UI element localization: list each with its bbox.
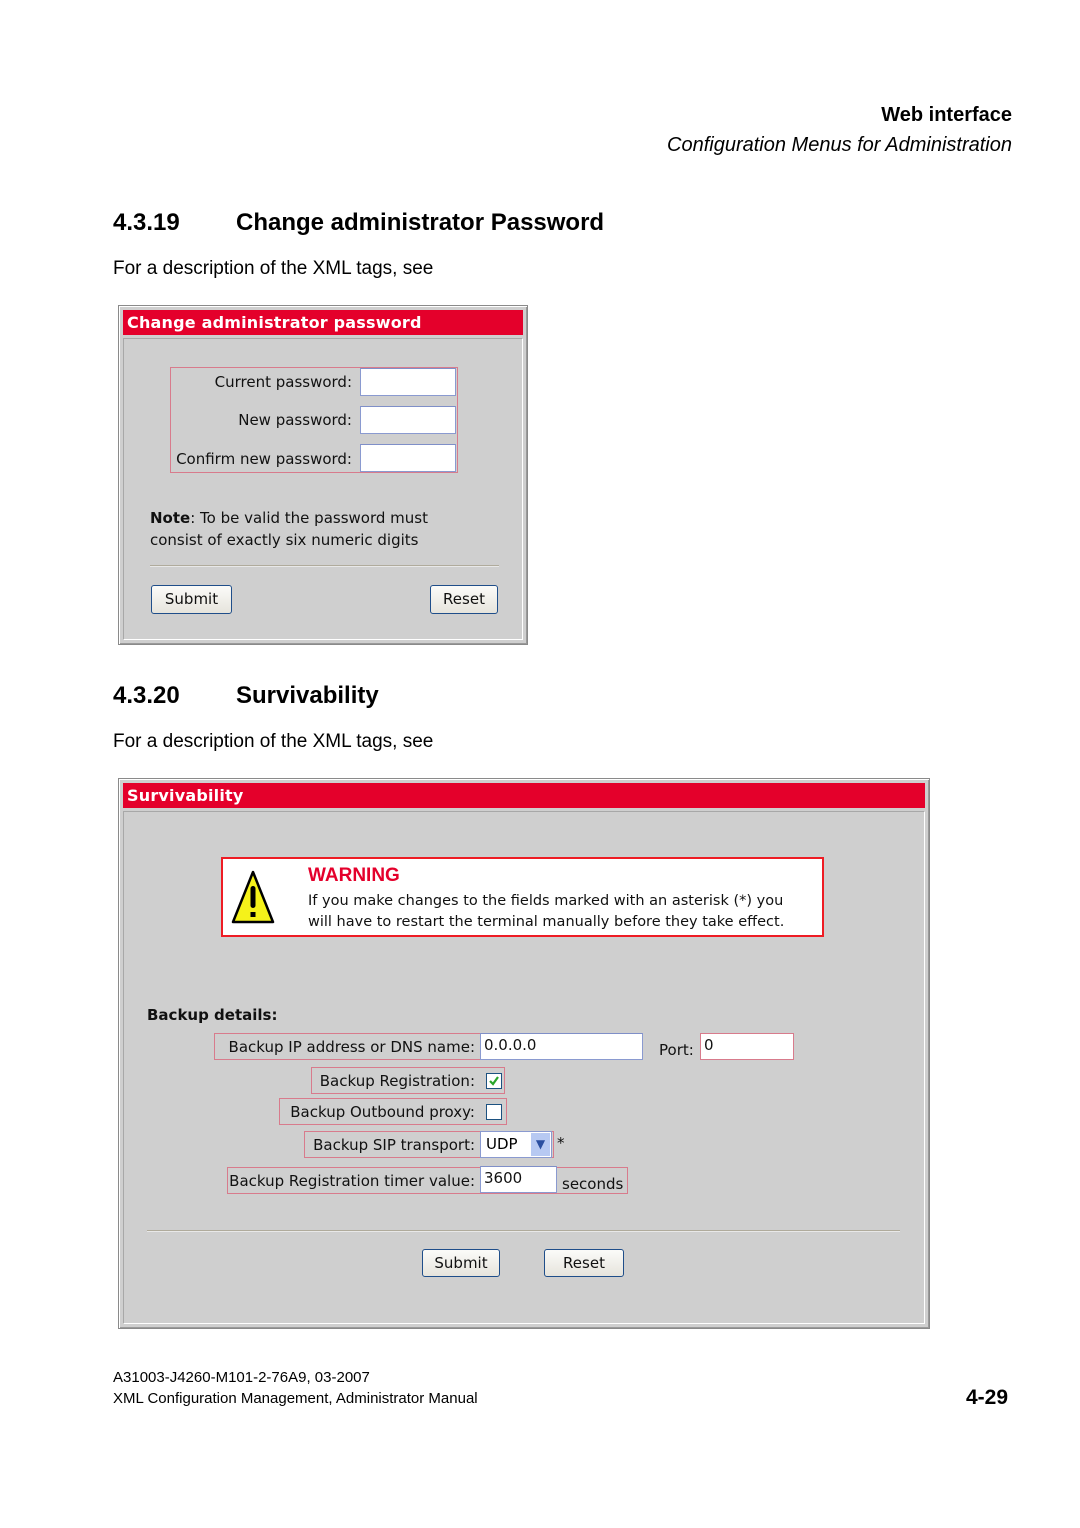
password-panel: Change administrator password Current pa… [118, 305, 528, 645]
warning-title: WARNING [308, 865, 400, 886]
warning-triangle-icon [231, 870, 275, 924]
backup-registration-timer-label: Backup Registration timer value: [229, 1172, 475, 1190]
section-intro: For a description of the XML tags, see [113, 731, 434, 752]
section-title: Change administrator Password [236, 209, 605, 236]
backup-registration-checkbox[interactable] [486, 1073, 502, 1089]
backup-ip-label: Backup IP address or DNS name: [228, 1038, 475, 1056]
backup-outbound-proxy-label: Backup Outbound proxy: [290, 1103, 475, 1121]
selected-value: UDP [486, 1135, 518, 1153]
section-title: Survivability [236, 682, 379, 709]
new-password-input[interactable] [360, 406, 456, 434]
divider [147, 1230, 900, 1232]
submit-button[interactable]: Submit [151, 585, 232, 614]
divider [150, 565, 499, 567]
backup-sip-transport-label: Backup SIP transport: [313, 1136, 475, 1154]
survivability-submit-button[interactable]: Submit [422, 1249, 500, 1277]
warning-text: If you make changes to the fields marked… [308, 891, 784, 933]
restart-required-marker: * [557, 1134, 565, 1152]
note-label: Note [150, 509, 191, 527]
checkmark-icon [489, 1076, 499, 1086]
warning-box: WARNING If you make changes to the field… [221, 857, 824, 937]
warning-text-line1: If you make changes to the fields marked… [308, 893, 784, 909]
port-input[interactable]: 0 [700, 1033, 794, 1060]
password-note: Note: To be valid the password must [150, 509, 428, 527]
chevron-down-icon[interactable]: ▼ [531, 1133, 550, 1156]
backup-registration-label: Backup Registration: [319, 1072, 475, 1090]
panel-title-bar: Change administrator password [123, 310, 523, 335]
panel-title-bar: Survivability [123, 783, 925, 808]
note-text-line2: consist of exactly six numeric digits [150, 531, 419, 549]
backup-registration-timer-input[interactable]: 3600 [480, 1166, 557, 1193]
page-number: 4-29 [965, 1386, 1008, 1409]
section-number: 4.3.20 [113, 682, 180, 709]
running-header-section: Web interface [881, 104, 1012, 126]
section-number: 4.3.19 [113, 209, 180, 236]
current-password-input[interactable] [360, 368, 456, 396]
port-label: Port: [659, 1041, 694, 1059]
section-intro: For a description of the XML tags, see [113, 258, 434, 279]
new-password-label: New password: [238, 411, 352, 429]
footer-doc-code: A31003-J4260-M101-2-76A9, 03-2007 [113, 1369, 370, 1386]
running-header-chapter: Configuration Menus for Administration [667, 134, 1012, 156]
note-text-line1: : To be valid the password must [190, 509, 428, 527]
backup-outbound-proxy-checkbox[interactable] [486, 1104, 502, 1120]
section-heading-password: 4.3.19 Change administrator Password [113, 209, 604, 237]
survivability-reset-button[interactable]: Reset [544, 1249, 624, 1277]
confirm-password-label: Confirm new password: [176, 450, 352, 468]
timer-unit-label: seconds [562, 1175, 624, 1193]
backup-ip-input[interactable]: 0.0.0.0 [480, 1033, 643, 1060]
current-password-label: Current password: [214, 373, 352, 391]
warning-text-line2: will have to restart the terminal manual… [308, 914, 785, 930]
backup-sip-transport-select[interactable]: UDP ▼ [480, 1131, 552, 1158]
backup-details-heading: Backup details: [147, 1006, 278, 1024]
section-heading-survivability: 4.3.20 Survivability [113, 682, 379, 710]
reset-button[interactable]: Reset [430, 585, 498, 614]
footer-doc-title: XML Configuration Management, Administra… [113, 1390, 478, 1407]
confirm-password-input[interactable] [360, 444, 456, 472]
